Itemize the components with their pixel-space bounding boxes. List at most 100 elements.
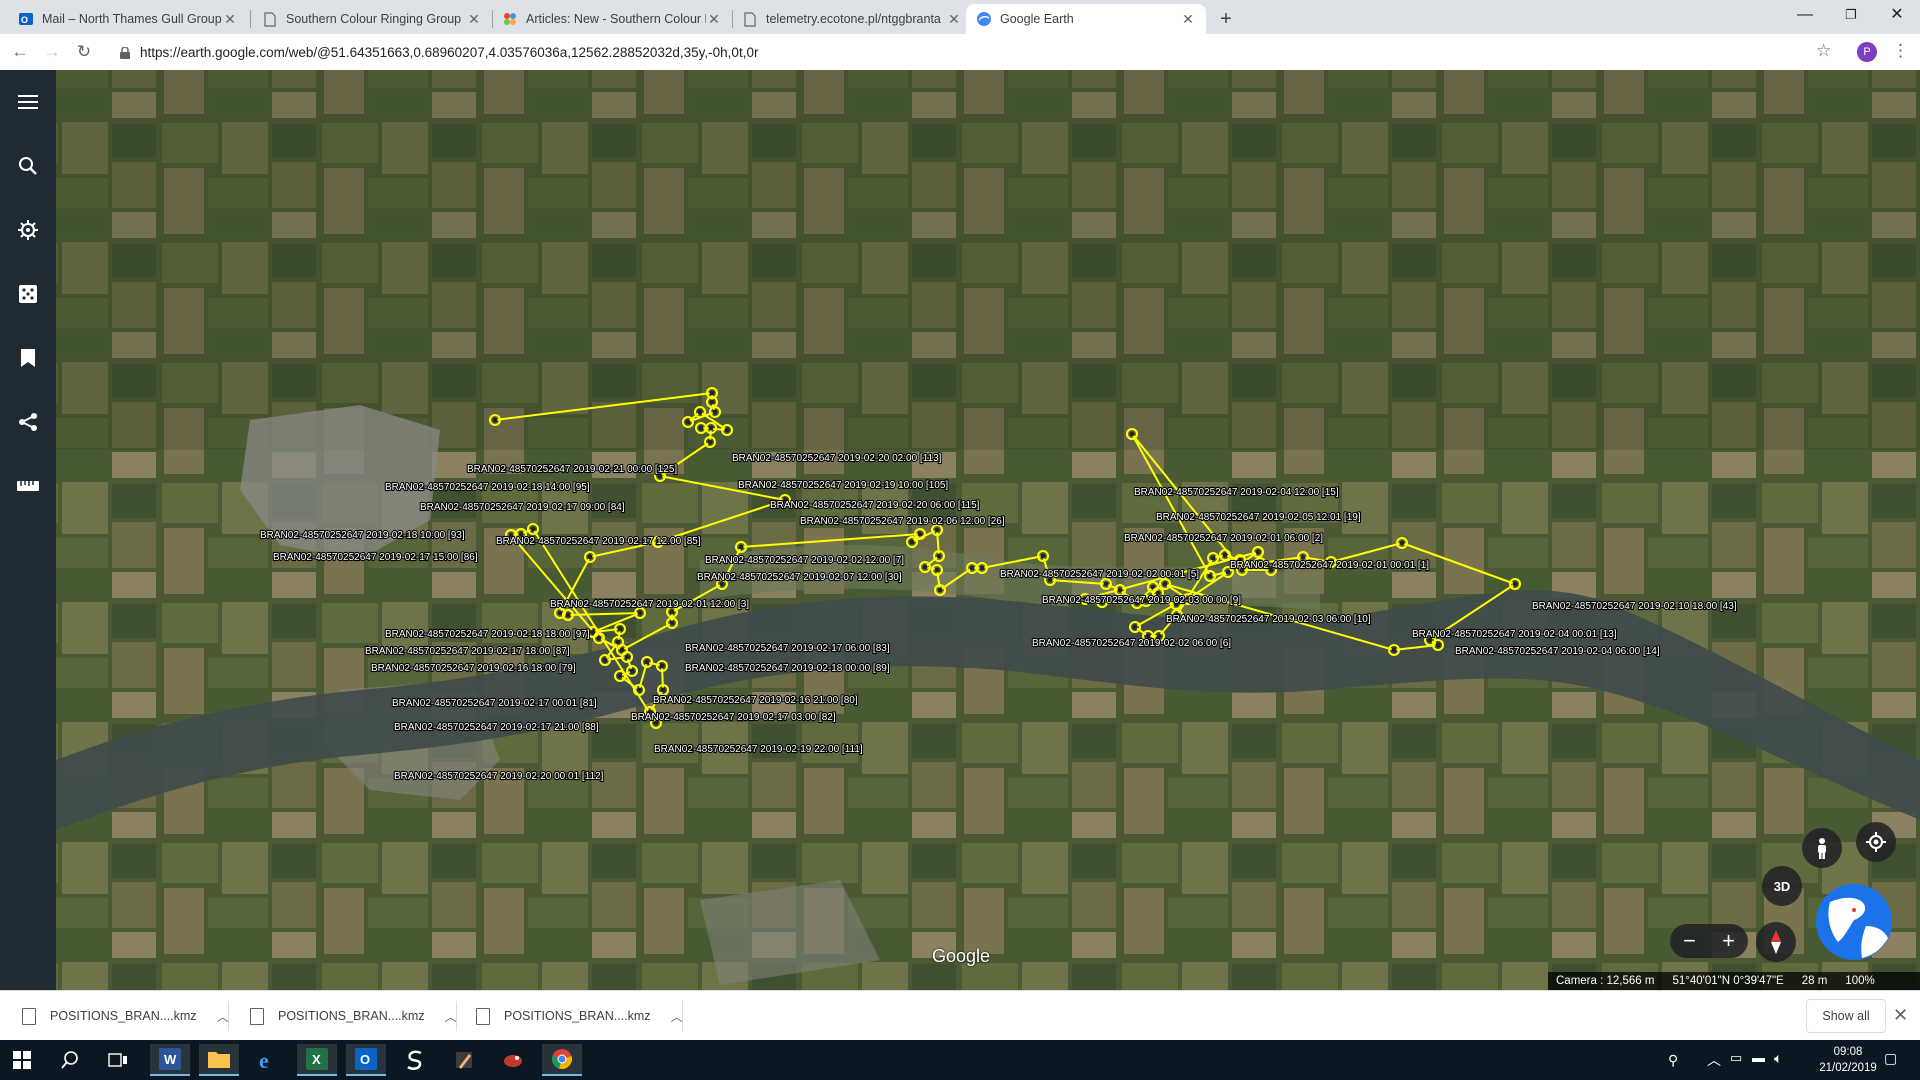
close-icon[interactable]: ✕: [706, 11, 722, 27]
close-window-button[interactable]: ✕: [1874, 0, 1920, 30]
windows-start-icon[interactable]: [2, 1044, 42, 1076]
track-point-center: [1210, 555, 1216, 561]
tab-google-earth[interactable]: Google Earth ✕: [966, 4, 1206, 34]
svg-text:e: e: [259, 1049, 269, 1071]
track-point-center: [629, 668, 635, 674]
track-label: BRAN02-48570252647 2019-02-20 02:00 [113…: [732, 453, 942, 464]
track-point-center: [644, 659, 650, 665]
file-icon: [22, 1007, 36, 1025]
tab-mail[interactable]: O Mail – North Thames Gull Group ✕: [8, 4, 248, 34]
address-bar[interactable]: https://earth.google.com/web/@51.6435166…: [108, 38, 1832, 66]
cursor-coordinates: 51°40'01"N 0°39'47"E: [1672, 975, 1784, 987]
browser-toolbar: ← → ↻ https://earth.google.com/web/@51.6…: [0, 34, 1920, 71]
satellite-map[interactable]: BRAN02-48570252647 2019-02-20 02:00 [113…: [56, 70, 1920, 990]
reload-button[interactable]: ↻: [72, 40, 96, 64]
track-point-center: [969, 565, 975, 571]
notifications-icon[interactable]: ▢: [1884, 1050, 1897, 1067]
projects-icon[interactable]: [12, 342, 44, 374]
download-item[interactable]: POSITIONS_BRAN....kmz ︿: [22, 999, 229, 1033]
file-explorer-icon[interactable]: [199, 1044, 239, 1076]
track-point-center: [712, 409, 718, 415]
track-label: BRAN02-48570252647 2019-02-02 06:00 [6]: [1032, 638, 1231, 649]
chevron-up-icon[interactable]: ︿: [217, 1008, 229, 1025]
bookmark-star-icon[interactable]: ☆: [1816, 41, 1831, 61]
track-label: BRAN02-48570252647 2019-02-18 10:00 [93]: [260, 530, 465, 541]
track-segment: [661, 665, 664, 691]
word-icon[interactable]: W: [150, 1044, 190, 1076]
minimize-button[interactable]: —: [1782, 0, 1828, 30]
app-pen-icon[interactable]: [444, 1044, 484, 1076]
share-icon[interactable]: [12, 406, 44, 438]
new-tab-button[interactable]: +: [1214, 8, 1238, 31]
chevron-up-icon[interactable]: ︿: [671, 1008, 683, 1025]
track-point-center: [1132, 624, 1138, 630]
tab-articles[interactable]: Articles: New - Southern Colour R ✕: [492, 4, 732, 34]
track-point-center: [707, 439, 713, 445]
app-s-icon[interactable]: [395, 1044, 435, 1076]
feeling-lucky-icon[interactable]: [12, 278, 44, 310]
system-clock[interactable]: 09:08 21/02/2019: [1818, 1044, 1878, 1076]
tray-up-icon[interactable]: ︿: [1707, 1050, 1721, 1070]
people-icon[interactable]: ⚲: [1668, 1052, 1678, 1069]
tab-telemetry[interactable]: telemetry.ecotone.pl/ntggbranta ✕: [732, 4, 972, 34]
track-point-center: [1512, 581, 1518, 587]
lock-icon: [120, 46, 130, 59]
document-icon: [742, 11, 758, 27]
volume-icon[interactable]: 🔈︎: [1774, 1050, 1782, 1067]
track-point-center: [922, 564, 928, 570]
tab-title: Southern Colour Ringing Group: [286, 12, 462, 26]
google-earth-icon: [976, 11, 992, 27]
joomla-icon: [502, 11, 518, 27]
outlook-icon[interactable]: O: [346, 1044, 386, 1076]
forward-button[interactable]: →: [40, 40, 64, 64]
pegman-button[interactable]: [1802, 828, 1842, 868]
track-label: BRAN02-48570252647 2019-02-04 12:00 [15]: [1134, 487, 1339, 498]
track-point-center: [557, 610, 563, 616]
show-all-button[interactable]: Show all: [1806, 999, 1886, 1033]
my-location-button[interactable]: [1856, 822, 1896, 862]
track-label: BRAN02-48570252647 2019-02-16 21:00 [80]: [653, 695, 858, 706]
task-view-icon[interactable]: [98, 1044, 138, 1076]
download-divider: [456, 1001, 457, 1031]
measure-icon[interactable]: [12, 470, 44, 502]
tab-southern-colour[interactable]: Southern Colour Ringing Group ✕: [252, 4, 492, 34]
download-item[interactable]: POSITIONS_BRAN....kmz ︿: [476, 999, 683, 1033]
edge-icon[interactable]: e: [248, 1044, 288, 1076]
3d-toggle-button[interactable]: 3D: [1762, 866, 1802, 906]
close-shelf-icon[interactable]: ✕: [1893, 1005, 1908, 1026]
chrome-icon[interactable]: [542, 1044, 582, 1076]
menu-icon[interactable]: [12, 86, 44, 118]
track-point-center: [492, 417, 498, 423]
app-bird-icon[interactable]: [493, 1044, 533, 1076]
track-point-center: [1207, 573, 1213, 579]
track-point-center: [1117, 587, 1123, 593]
search-icon[interactable]: [50, 1044, 90, 1076]
restore-button[interactable]: ❐: [1828, 0, 1874, 30]
download-item[interactable]: POSITIONS_BRAN....kmz ︿: [250, 999, 457, 1033]
zoom-out-button[interactable]: −: [1683, 928, 1696, 954]
file-icon: [476, 1007, 490, 1025]
compass-button[interactable]: [1756, 922, 1796, 962]
browser-tab-strip: O Mail – North Thames Gull Group ✕ South…: [0, 0, 1920, 34]
track-label: BRAN02-48570252647 2019-02-18 18:00 [97]: [385, 629, 590, 640]
close-icon[interactable]: ✕: [1180, 11, 1196, 27]
back-button[interactable]: ←: [8, 40, 32, 64]
track-point-center: [659, 663, 665, 669]
track-point-center: [697, 409, 703, 415]
track-label: BRAN02-48570252647 2019-02-06 12:00 [26]: [800, 516, 1005, 527]
close-icon[interactable]: ✕: [222, 11, 238, 27]
zoom-in-button[interactable]: +: [1722, 928, 1735, 954]
excel-icon[interactable]: X: [297, 1044, 337, 1076]
track-label: BRAN02-48570252647 2019-02-03 00:00 [9]: [1042, 595, 1241, 606]
voyager-icon[interactable]: [12, 214, 44, 246]
profile-avatar[interactable]: P: [1857, 42, 1877, 62]
track-label: BRAN02-48570252647 2019-02-05 12:01 [19]: [1156, 512, 1361, 523]
search-icon[interactable]: [12, 150, 44, 182]
close-icon[interactable]: ✕: [946, 11, 962, 27]
chevron-up-icon[interactable]: ︿: [445, 1008, 457, 1025]
track-label: BRAN02-48570252647 2019-02-21 00:00 [125…: [467, 464, 677, 475]
close-icon[interactable]: ✕: [466, 11, 482, 27]
track-label: BRAN02-48570252647 2019-02-04 00:01 [13]: [1412, 629, 1617, 640]
globe-button[interactable]: [1814, 882, 1894, 962]
browser-menu-icon[interactable]: ⋮: [1892, 41, 1909, 61]
